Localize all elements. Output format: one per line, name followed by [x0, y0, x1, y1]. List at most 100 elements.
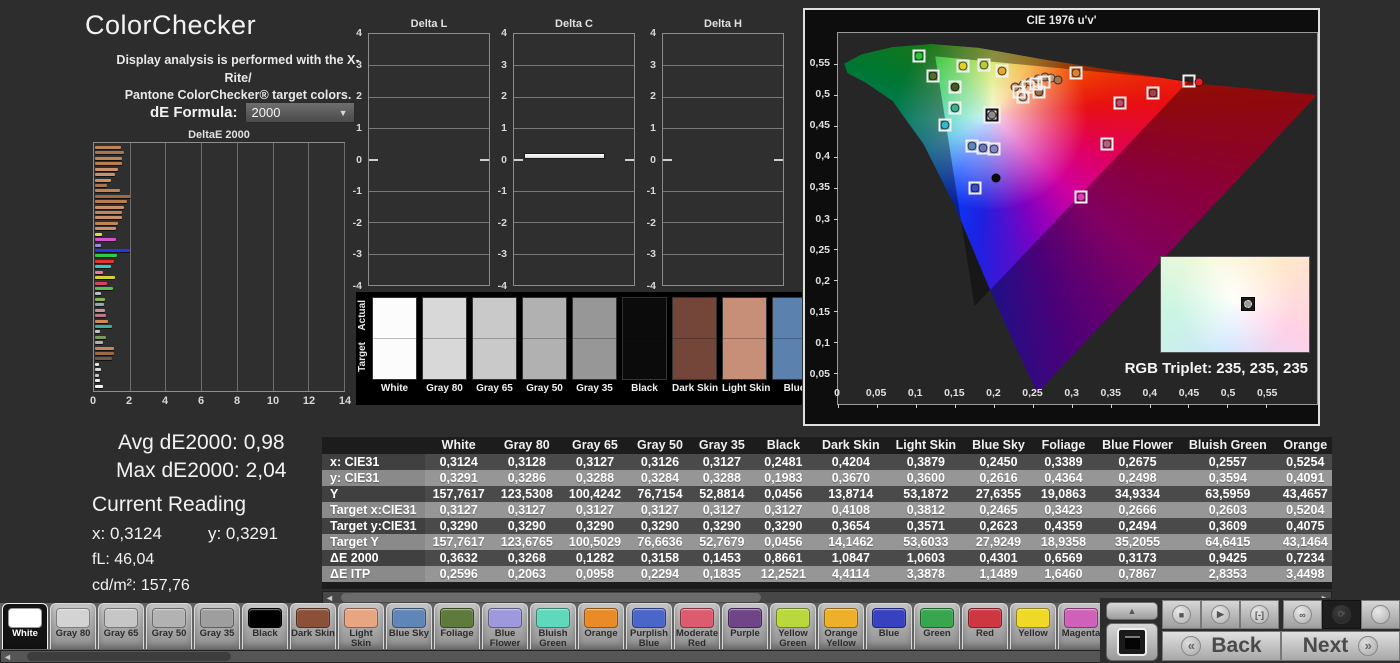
current-patch-button[interactable]: [1106, 623, 1158, 661]
record-button[interactable]: [1361, 600, 1400, 629]
patch-tab-foliage[interactable]: Foliage: [434, 603, 480, 649]
patch-tab-label: Gray 80: [51, 629, 95, 639]
cie-target-square: [1037, 75, 1050, 88]
loop-button[interactable]: ∞: [1283, 600, 1322, 629]
patch-tab-magenta[interactable]: Magenta: [1058, 603, 1104, 649]
patch-tab-green[interactable]: Green: [914, 603, 960, 649]
deltae-bar: [95, 195, 131, 198]
table-cell: 0,4204: [814, 454, 888, 470]
table-cell: 0,2596: [425, 566, 493, 582]
zero-dash: [480, 159, 489, 161]
table-cell: 0,3290: [691, 518, 753, 534]
delta-ytick-label: -1: [353, 185, 362, 197]
tab-scroll-thumb[interactable]: [27, 652, 231, 661]
delta-ytick-label: 0: [501, 154, 507, 166]
deltae-bar: [95, 352, 114, 355]
stop-button[interactable]: ■: [1162, 600, 1201, 629]
table-column-header: White: [425, 437, 493, 454]
patch-tab-orange[interactable]: Orange: [578, 603, 624, 649]
table-cell: 0,2616: [964, 470, 1033, 486]
strip-swatch-label: Black: [622, 383, 667, 394]
scroll-left-icon[interactable]: ◄: [323, 592, 336, 603]
patch-tab-gray-80[interactable]: Gray 80: [50, 603, 96, 649]
deltae-xtick-label: 12: [303, 395, 315, 407]
zero-dash: [663, 159, 672, 161]
table-cell: 0,2557: [1181, 454, 1275, 470]
patch-tab-label: Blue Sky: [387, 629, 431, 639]
patch-tab-red[interactable]: Red: [962, 603, 1008, 649]
patch-tab-bluish-green[interactable]: Bluish Green: [530, 603, 576, 649]
patch-tab-blue-flower[interactable]: Blue Flower: [482, 603, 528, 649]
strip-swatch-box: [772, 297, 802, 380]
max-de2000: Max dE2000: 2,04: [116, 459, 286, 483]
table-row: ΔE 20000,36320,32680,12820,31580,14530,8…: [322, 550, 1332, 566]
strip-swatch-target: [473, 338, 516, 379]
patch-tab-gray-35[interactable]: Gray 35: [194, 603, 240, 649]
delta-ytick-label: 2: [356, 90, 362, 102]
table-column-header: Gray 65: [561, 437, 629, 454]
deltae-bar: [95, 227, 116, 230]
patch-tab-label: Dark Skin: [291, 629, 335, 639]
delta-ytick-label: -3: [647, 248, 656, 260]
patch-tab-yellow-green[interactable]: Yellow Green: [770, 603, 816, 649]
strip-swatch: Gray 35: [572, 297, 617, 394]
table-cell: 52,7679: [691, 534, 753, 550]
tab-scroll-left-icon[interactable]: ◄: [1, 651, 14, 662]
table-row-label: ΔE ITP: [322, 566, 425, 582]
next-button[interactable]: Next »: [1281, 631, 1400, 661]
table-cell: 0,3290: [753, 518, 814, 534]
collapse-panel-button[interactable]: ▲: [1106, 602, 1158, 620]
back-button[interactable]: « Back: [1162, 631, 1281, 661]
patch-tab-swatch: [728, 608, 762, 628]
deltae-bar: [95, 292, 101, 295]
table-cell: 0,3609: [1181, 518, 1275, 534]
table-cell: 0,2666: [1094, 502, 1181, 518]
deltae-bar: [95, 200, 127, 203]
patch-tab-yellow[interactable]: Yellow: [1010, 603, 1056, 649]
current-cdm2: cd/m²: 157,76: [92, 577, 190, 595]
cie-ytick-label: 0,3: [815, 213, 830, 225]
cie-ytick-mark: [834, 219, 838, 220]
strip-swatch: Dark Skin: [672, 297, 717, 394]
table-scroll-thumb[interactable]: [341, 593, 761, 602]
patch-tab-swatch: [776, 608, 810, 628]
patch-tab-gray-50[interactable]: Gray 50: [146, 603, 192, 649]
patch-tab-black[interactable]: Black: [242, 603, 288, 649]
patch-tab-label: Foliage: [435, 629, 479, 639]
patch-tab-orange-yellow[interactable]: Orange Yellow: [818, 603, 864, 649]
deltae-bar: [95, 282, 107, 285]
table-cell: 0,9425: [1181, 550, 1275, 566]
patch-tab-white[interactable]: White: [2, 603, 48, 649]
patch-tab-blue[interactable]: Blue: [866, 603, 912, 649]
patch-tab-moderate-red[interactable]: Moderate Red: [674, 603, 720, 649]
patch-tab-purple[interactable]: Purple: [722, 603, 768, 649]
strip-swatch-label: Light Skin: [722, 383, 767, 394]
table-column-header: Blue Flower: [1094, 437, 1181, 454]
patch-tab-light-skin[interactable]: Light Skin: [338, 603, 384, 649]
deltae-bar: [95, 254, 117, 257]
patch-tab-blue-sky[interactable]: Blue Sky: [386, 603, 432, 649]
deltae-xtick-label: 0: [90, 395, 96, 407]
de-formula-dropdown[interactable]: 2000 ▼: [245, 102, 355, 123]
table-cell: 100,5029: [561, 534, 629, 550]
table-cell: 0,3670: [814, 470, 888, 486]
delta-ytick-label: -2: [353, 217, 362, 229]
refresh-button[interactable]: ⟳: [1322, 600, 1361, 629]
patch-tab-swatch: [1064, 608, 1098, 628]
patch-tab-gray-65[interactable]: Gray 65: [98, 603, 144, 649]
deltae-bar: [95, 265, 111, 268]
patch-tab-dark-skin[interactable]: Dark Skin: [290, 603, 336, 649]
refresh-icon: ⟳: [1332, 605, 1351, 624]
strip-target-label: Target: [357, 342, 371, 372]
strip-swatch-box: [422, 297, 467, 380]
cie-ytick-label: 0,05: [810, 368, 830, 380]
patch-tab-purplish-blue[interactable]: Purplish Blue: [626, 603, 672, 649]
cie-measured-dot: [958, 62, 967, 71]
step-button[interactable]: [-]: [1240, 600, 1279, 629]
deltae-xtick-label: 8: [234, 395, 240, 407]
cie-xtick-label: 0,35: [1101, 387, 1121, 399]
zero-dash: [514, 159, 523, 161]
play-button[interactable]: ▶: [1201, 600, 1240, 629]
table-cell: 63,5959: [1181, 486, 1275, 502]
cie-xtick-mark: [1150, 404, 1151, 408]
